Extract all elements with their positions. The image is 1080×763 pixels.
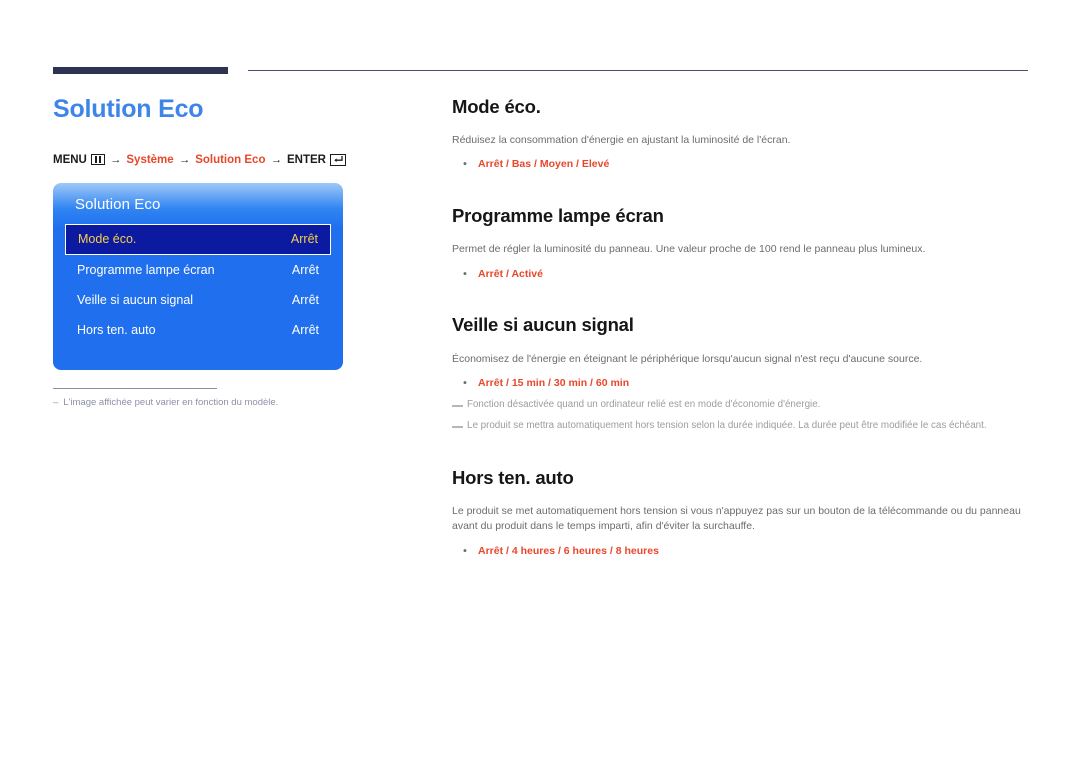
bullet-icon: • xyxy=(463,158,467,171)
osd-row-value: Arrêt xyxy=(291,293,319,307)
footnote-text: L'image affichée peut varier en fonction… xyxy=(63,396,279,408)
bullet-icon: • xyxy=(463,267,467,280)
page-title: Solution Eco xyxy=(53,95,204,123)
left-footnote-divider xyxy=(53,387,217,389)
section-paragraph-hors-ten-auto: Le produit se met automatiquement hors t… xyxy=(452,505,1021,533)
section-heading-programme-lampe-ecran: Programme lampe écran xyxy=(452,205,664,227)
section-note-2: Le produit se mettra automatiquement hor… xyxy=(452,419,1032,434)
note-text: Le produit se mettra automatiquement hor… xyxy=(467,420,987,432)
menu-grid-icon xyxy=(90,154,105,165)
breadcrumb: MENU → Système → Solution Eco → ENTER xyxy=(53,153,423,166)
section-options-hors-ten-auto: • Arrêt / 4 heures / 6 heures / 8 heures xyxy=(452,544,1032,559)
breadcrumb-arrow-1: → xyxy=(109,153,122,166)
section-heading-veille-si-aucun-signal: Veille si aucun signal xyxy=(452,314,634,336)
header-divider-line xyxy=(248,70,1028,71)
osd-row-hors-ten-auto[interactable]: Hors ten. auto Arrêt xyxy=(65,316,331,345)
osd-row-value: Arrêt xyxy=(291,263,319,277)
breadcrumb-enter-label: ENTER xyxy=(286,153,326,166)
left-footnote-block: – L'image affichée peut varier en foncti… xyxy=(53,387,297,409)
header-accent-bar xyxy=(53,67,228,74)
osd-row-label: Veille si aucun signal xyxy=(77,293,194,307)
osd-row-label: Mode éco. xyxy=(78,232,137,246)
osd-row-label: Hors ten. auto xyxy=(77,323,156,337)
section-options-veille-si-aucun-signal: • Arrêt / 15 min / 30 min / 60 min xyxy=(452,376,1032,391)
options-text: Arrêt / Bas / Moyen / Elevé xyxy=(478,158,610,171)
breadcrumb-menu-label: MENU xyxy=(53,153,87,166)
section-heading-hors-ten-auto: Hors ten. auto xyxy=(452,466,574,488)
page-header-rules xyxy=(0,0,1080,90)
left-footnote: – L'image affichée peut varier en foncti… xyxy=(53,396,297,409)
osd-row-value: Arrêt xyxy=(290,232,318,246)
left-column: Solution Eco MENU → Système → Solution E… xyxy=(53,95,423,409)
options-text: Arrêt / 15 min / 30 min / 60 min xyxy=(478,376,630,389)
osd-panel-title: Solution Eco xyxy=(75,195,161,213)
section-options-programme-lampe-ecran: • Arrêt / Activé xyxy=(452,267,1032,282)
section-note-1: Fonction désactivée quand un ordinateur … xyxy=(452,398,1032,413)
bullet-icon: • xyxy=(463,544,467,557)
note-dash-icon xyxy=(452,426,463,429)
breadcrumb-step-systeme: Système xyxy=(126,153,174,166)
section-paragraph-programme-lampe-ecran: Permet de régler la luminosité du pannea… xyxy=(452,243,926,256)
section-options-mode-eco: • Arrêt / Bas / Moyen / Elevé xyxy=(452,157,1032,172)
note-dash-icon xyxy=(452,404,463,407)
section-paragraph-mode-eco: Réduisez la consommation d'énergie en aj… xyxy=(452,134,791,147)
options-text: Arrêt / Activé xyxy=(478,267,543,280)
osd-row-value: Arrêt xyxy=(291,323,319,337)
osd-row-mode-eco[interactable]: Mode éco. Arrêt xyxy=(65,223,331,255)
options-text: Arrêt / 4 heures / 6 heures / 8 heures xyxy=(478,544,659,557)
osd-panel: Solution Eco Mode éco. Arrêt Programme l… xyxy=(53,182,343,370)
osd-row-programme-lampe-ecran[interactable]: Programme lampe écran Arrêt xyxy=(65,256,331,285)
breadcrumb-arrow-2: → xyxy=(178,153,191,166)
breadcrumb-step-solution-eco: Solution Eco xyxy=(195,153,266,166)
osd-row-veille-si-aucun-signal[interactable]: Veille si aucun signal Arrêt xyxy=(65,286,331,315)
bullet-icon: • xyxy=(463,376,467,389)
section-paragraph-veille-si-aucun-signal: Économisez de l'énergie en éteignant le … xyxy=(452,352,923,365)
osd-row-label: Programme lampe écran xyxy=(77,263,215,277)
breadcrumb-arrow-3: → xyxy=(270,153,282,166)
note-text: Fonction désactivée quand un ordinateur … xyxy=(467,398,821,410)
section-heading-mode-eco: Mode éco. xyxy=(452,96,541,117)
enter-return-icon xyxy=(329,153,346,166)
footnote-dash: – xyxy=(53,396,59,408)
osd-row-list: Mode éco. Arrêt Programme lampe écran Ar… xyxy=(53,223,343,345)
right-column: Mode éco. Réduisez la consommation d'éne… xyxy=(452,96,1032,562)
